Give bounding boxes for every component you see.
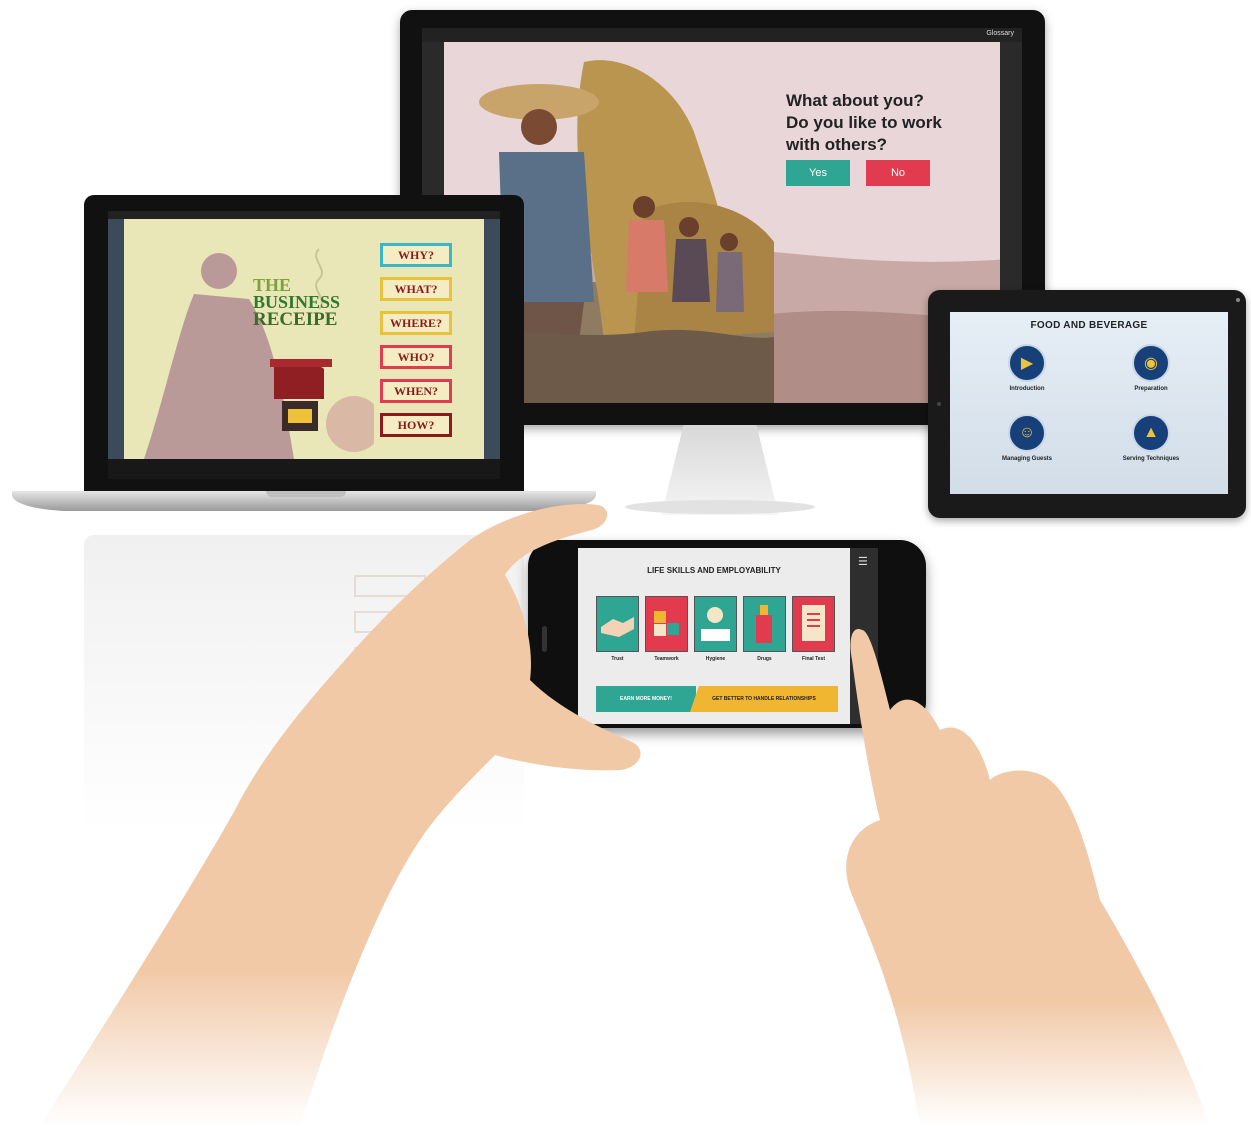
item-label: Managing Guests <box>1001 456 1052 462</box>
question-line: Do you like to work <box>786 113 942 132</box>
hands-illustration <box>40 504 1210 1126</box>
question-line: What about you? <box>786 91 924 110</box>
item-label: Preparation <box>1134 386 1168 392</box>
megaphone-icon: ▶ <box>1008 344 1046 382</box>
preparation-item[interactable]: ◉ Preparation <box>1096 344 1206 392</box>
laptop-left-bar <box>108 219 124 479</box>
monitor-title-bar: Glossary <box>422 28 1022 42</box>
cook-silhouette-illustration <box>144 248 374 459</box>
introduction-item[interactable]: ▶ Introduction <box>972 344 1082 392</box>
title-line: RECEIPE <box>253 309 338 330</box>
why-button[interactable]: WHY? <box>380 243 452 267</box>
plate-icon: ◉ <box>1132 344 1170 382</box>
managing-guests-item[interactable]: ☺ Managing Guests <box>972 414 1082 462</box>
where-button[interactable]: WHERE? <box>380 311 452 335</box>
question-line: with others? <box>786 135 888 154</box>
item-label: Serving Techniques <box>1122 456 1180 462</box>
question-text: What about you? Do you like to work with… <box>786 90 966 156</box>
what-button[interactable]: WHAT? <box>380 277 452 301</box>
food-beverage-title: Food and Beverage <box>1030 320 1148 331</box>
tablet-sensor <box>1236 298 1240 302</box>
tablet-screen: Food and Beverage ▶ Introduction ◉ Prepa… <box>950 312 1228 494</box>
laptop-title-bar <box>108 211 500 219</box>
glossary-link[interactable]: Glossary <box>986 30 1014 37</box>
when-button[interactable]: WHEN? <box>380 379 452 403</box>
laptop-right-bar <box>484 219 500 479</box>
guest-icon: ☺ <box>1008 414 1046 452</box>
who-button[interactable]: WHO? <box>380 345 452 369</box>
how-button[interactable]: HOW? <box>380 413 452 437</box>
serving-techniques-item[interactable]: ▲ Serving Techniques <box>1096 414 1206 462</box>
laptop: THE BUSINESS RECEIPE WHY? WHAT? WHERE? W… <box>84 195 524 491</box>
tablet-camera <box>937 402 941 406</box>
no-button[interactable]: No <box>866 160 930 186</box>
laptop-bottom-bar <box>108 459 500 479</box>
cloche-icon: ▲ <box>1132 414 1170 452</box>
business-receipe-title: THE BUSINESS RECEIPE <box>253 276 373 330</box>
yes-button[interactable]: Yes <box>786 160 850 186</box>
item-label: Introduction <box>1009 386 1045 392</box>
laptop-screen: THE BUSINESS RECEIPE WHY? WHAT? WHERE? W… <box>108 211 500 479</box>
